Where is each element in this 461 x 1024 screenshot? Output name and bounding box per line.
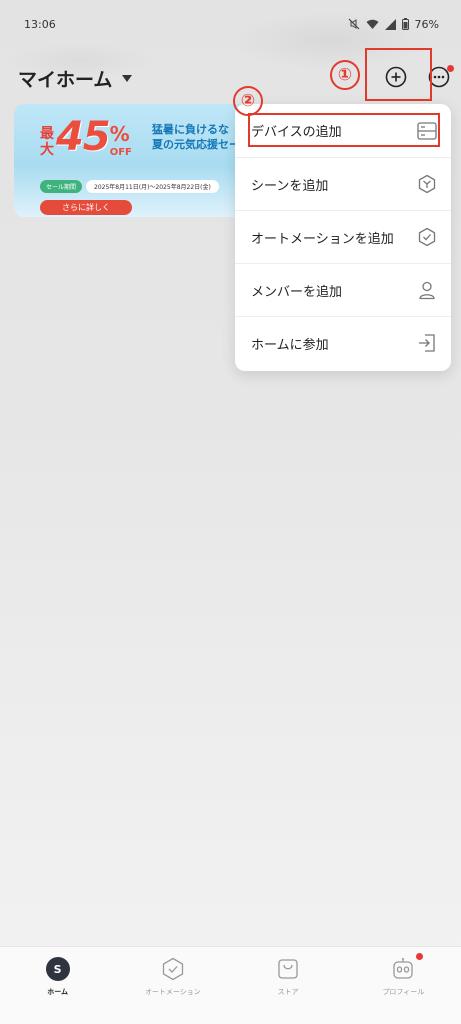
nav-tab-automation[interactable]: オートメーション: [115, 947, 230, 997]
annotation-number-two: ②: [233, 86, 263, 116]
sale-period-row: セール期間 2025年8月11日(月)〜2025年8月22日(金): [40, 179, 219, 193]
home-title: マイホーム: [18, 68, 113, 91]
annotation-number-one: ①: [330, 60, 360, 90]
nav-tab-profile[interactable]: プロフィール: [346, 947, 461, 997]
status-icons: 76%: [348, 18, 439, 31]
nav-tab-home[interactable]: S ホーム: [0, 947, 115, 997]
profile-notification-badge: [415, 953, 423, 960]
automation-check-icon: [418, 227, 436, 247]
menu-item-label: メンバーを追加: [251, 284, 343, 300]
wifi-icon: [366, 19, 379, 29]
battery-percent: 76%: [414, 17, 439, 31]
banner-headline: 猛暑に負けるな 夏の元気応援セー: [152, 122, 240, 152]
join-icon: [419, 334, 435, 352]
discount-off-label: OFF: [109, 147, 132, 158]
menu-item-add-automation[interactable]: オートメーションを追加: [235, 210, 451, 263]
banner-headline-line2: 夏の元気応援セー: [152, 138, 240, 151]
sale-period-dates: 2025年8月11日(月)〜2025年8月22日(金): [86, 179, 219, 193]
automation-icon: [162, 957, 184, 981]
mute-icon: [348, 18, 359, 30]
home-icon: S: [45, 957, 70, 981]
banner-headline-line1: 猛暑に負けるな: [152, 123, 229, 136]
discount-block: 最大 45 % OFF: [40, 116, 132, 158]
annotation-box-add-button: [365, 48, 432, 101]
caret-down-icon: [122, 74, 133, 82]
menu-item-label: シーンを追加: [251, 178, 329, 194]
promo-banner[interactable]: 最大 45 % OFF 猛暑に負けるな 夏の元気応援セー セール期間 2025年…: [14, 104, 254, 217]
discount-percent-sign: %: [109, 122, 130, 146]
banner-more-button[interactable]: さらに詳しく: [40, 200, 132, 215]
menu-item-label: ホームに参加: [251, 337, 329, 353]
status-time: 13:06: [24, 17, 56, 31]
status-bar: 13:06 76%: [0, 0, 461, 48]
scene-icon: [418, 174, 436, 194]
menu-item-add-member[interactable]: メンバーを追加: [235, 263, 451, 316]
robot-profile-icon: [393, 958, 414, 979]
signal-icon: [384, 18, 396, 30]
nav-tab-label: プロフィール: [382, 988, 425, 996]
menu-item-add-scene[interactable]: シーンを追加: [235, 157, 451, 210]
nav-tab-label: ストア: [277, 988, 299, 996]
menu-item-label: オートメーションを追加: [251, 231, 394, 247]
nav-tab-store[interactable]: ストア: [231, 947, 346, 997]
discount-value: 45: [56, 114, 111, 160]
discount-prefix: 最大: [40, 126, 54, 158]
home-selector[interactable]: マイホーム: [18, 64, 133, 92]
nav-tab-label: オートメーション: [144, 988, 201, 996]
notification-badge: [447, 65, 454, 72]
nav-tab-label: ホーム: [47, 988, 69, 996]
store-bag-icon: [278, 959, 298, 979]
menu-item-join-home[interactable]: ホームに参加: [235, 316, 451, 369]
person-icon: [419, 281, 435, 300]
annotation-box-add-device: [248, 113, 440, 147]
bottom-navigation: S ホーム オートメーション ストア プロフィール: [0, 946, 461, 1024]
battery-icon: [401, 18, 409, 30]
sale-period-tag: セール期間: [40, 179, 83, 193]
